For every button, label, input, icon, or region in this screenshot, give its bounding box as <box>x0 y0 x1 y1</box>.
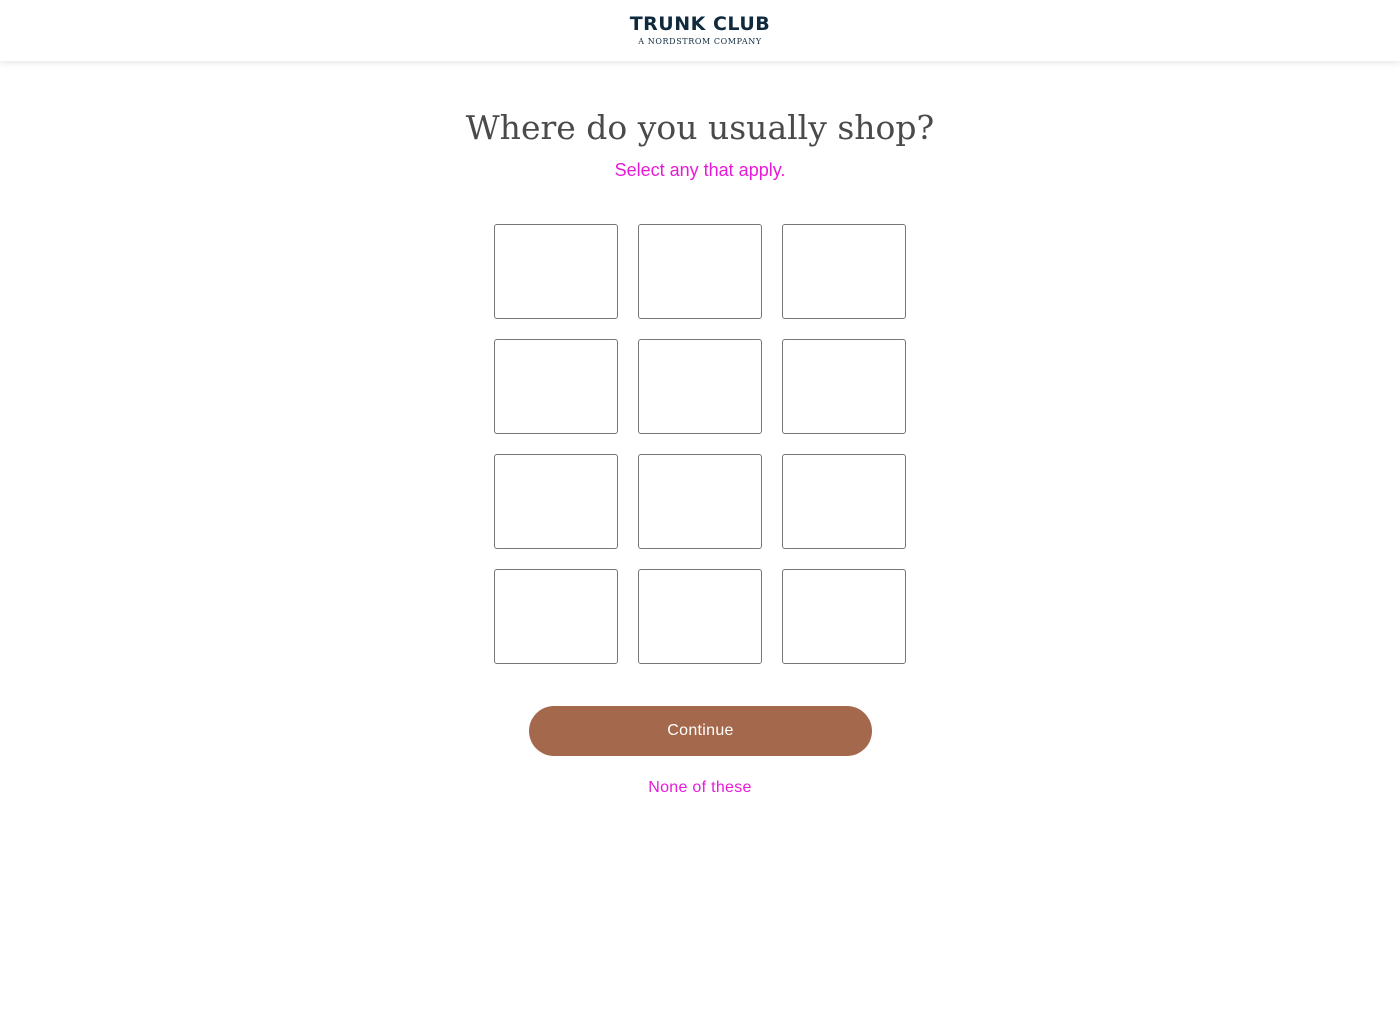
store-option-card[interactable] <box>494 339 618 434</box>
none-of-these-link[interactable]: None of these <box>0 777 1400 799</box>
store-option-card[interactable] <box>494 454 618 549</box>
page-subtitle: Select any that apply. <box>614 160 786 180</box>
logo-wordmark: TRUNK CLUB <box>629 13 771 35</box>
store-option-card[interactable] <box>638 454 762 549</box>
store-option-card[interactable] <box>782 454 906 549</box>
store-option-card[interactable] <box>782 339 906 434</box>
store-option-card[interactable] <box>494 224 618 319</box>
continue-button[interactable]: Continue <box>529 706 872 756</box>
store-option-card[interactable] <box>638 569 762 664</box>
store-option-card[interactable] <box>782 224 906 319</box>
store-option-card[interactable] <box>494 569 618 664</box>
site-header: TRUNK CLUB A NORDSTROM COMPANY <box>0 0 1400 61</box>
store-option-card[interactable] <box>638 339 762 434</box>
store-option-card[interactable] <box>782 569 906 664</box>
store-option-card[interactable] <box>638 224 762 319</box>
page-title: Where do you usually shop? <box>465 108 935 147</box>
store-options-grid <box>494 224 906 664</box>
logo-tagline: A NORDSTROM COMPANY <box>638 37 762 46</box>
